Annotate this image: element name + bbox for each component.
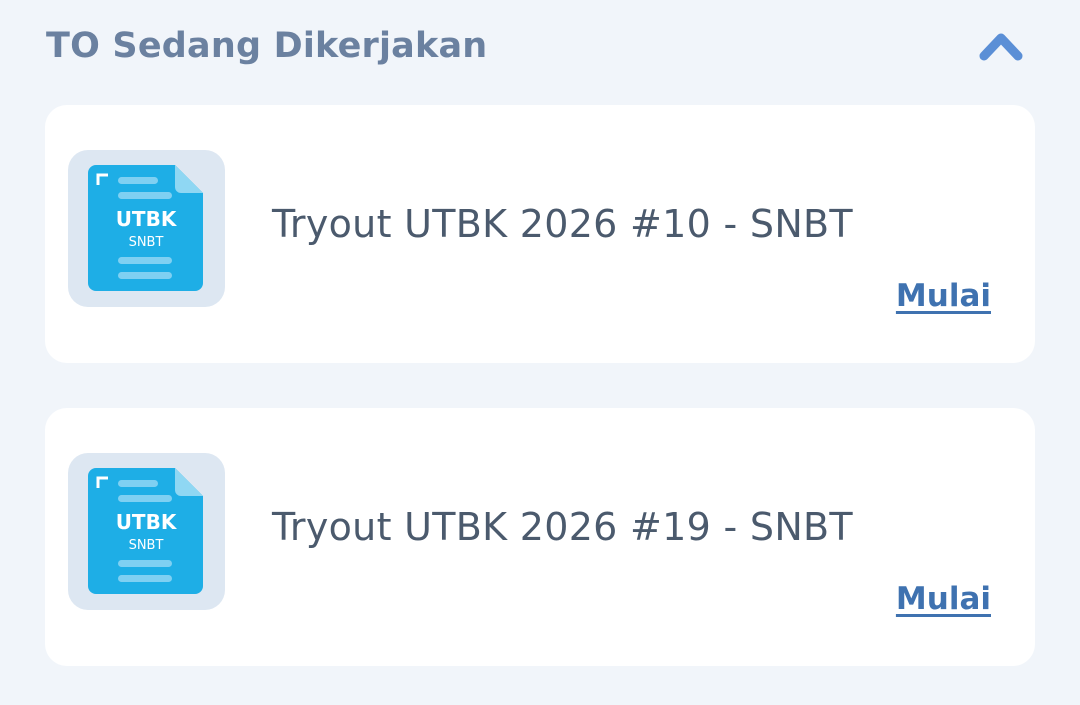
tryout-title: Tryout UTBK 2026 #19 - SNBT	[272, 505, 853, 549]
start-link[interactable]: Mulai	[896, 278, 991, 314]
tryout-card[interactable]: UTBK SNBT Tryout UTBK 2026 #19 - SNBT Mu…	[45, 408, 1035, 666]
utbk-document-icon: UTBK SNBT	[68, 453, 225, 610]
icon-label-bottom: SNBT	[129, 538, 164, 553]
icon-label-top: UTBK	[116, 510, 178, 534]
tryout-card[interactable]: UTBK SNBT Tryout UTBK 2026 #10 - SNBT Mu…	[45, 105, 1035, 363]
section-header: TO Sedang Dikerjakan	[46, 22, 1036, 70]
chevron-up-icon[interactable]	[974, 22, 1028, 70]
icon-label-bottom: SNBT	[129, 235, 164, 250]
tryout-title: Tryout UTBK 2026 #10 - SNBT	[272, 202, 853, 246]
icon-label-top: UTBK	[116, 207, 178, 231]
section-title: TO Sedang Dikerjakan	[46, 26, 488, 66]
utbk-document-icon: UTBK SNBT	[68, 150, 225, 307]
start-link[interactable]: Mulai	[896, 581, 991, 617]
